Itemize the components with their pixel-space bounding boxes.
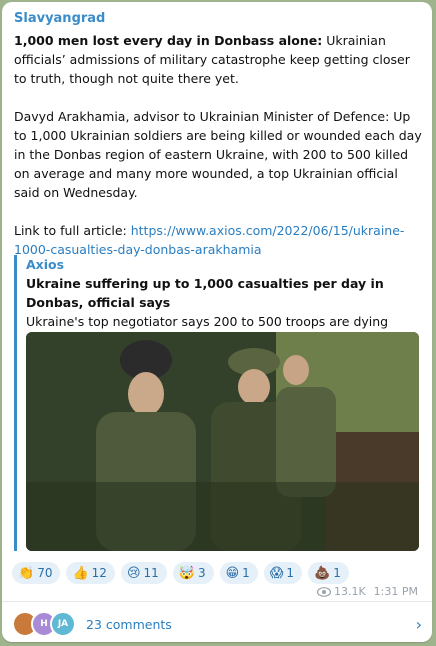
- headline-bold: 1,000 men lost every day in Donbass alon…: [14, 33, 323, 48]
- scream-face-icon: 😱: [269, 565, 284, 581]
- reaction-scream[interactable]: 😱 1: [263, 562, 303, 584]
- post-body: Davyd Arakhamia, advisor to Ukrainian Mi…: [14, 109, 422, 200]
- reaction-crying[interactable]: 😢 11: [120, 562, 167, 584]
- message-meta: 13.1K 1:31 PM: [316, 585, 418, 598]
- crying-face-icon: 😢: [126, 565, 141, 581]
- reaction-grin[interactable]: 😁 1: [219, 562, 258, 584]
- view-count: 13.1K: [333, 585, 366, 598]
- commenter-avatars: H JA: [12, 611, 76, 637]
- message-time: 1:31 PM: [373, 585, 418, 598]
- grin-face-icon: 😁: [225, 565, 240, 581]
- preview-site-name: Axios: [26, 257, 65, 272]
- views-group: 13.1K: [316, 585, 366, 598]
- reaction-count: 70: [37, 566, 53, 580]
- post-headline: 1,000 men lost every day in Donbass alon…: [14, 31, 422, 88]
- chevron-right-icon[interactable]: ›: [416, 615, 422, 634]
- link-prefix: Link to full article:: [14, 223, 131, 238]
- avatar: JA: [50, 611, 76, 637]
- divider: [2, 601, 432, 602]
- reaction-count: 3: [197, 566, 206, 580]
- message-bubble: Slavyangrad 1,000 men lost every day in …: [2, 2, 432, 642]
- exploding-head-icon: 🤯: [178, 565, 195, 581]
- post-text: 1,000 men lost every day in Donbass alon…: [14, 31, 422, 278]
- reaction-count: 1: [242, 566, 250, 580]
- poop-icon: 💩: [314, 565, 331, 581]
- eye-icon: [316, 586, 331, 597]
- reaction-count: 12: [91, 566, 107, 580]
- reaction-poop[interactable]: 💩 1: [308, 562, 349, 584]
- reaction-count: 1: [333, 566, 341, 580]
- soldiers-photo: [26, 332, 419, 551]
- preview-image[interactable]: [26, 332, 419, 551]
- comments-bar[interactable]: H JA 23 comments ›: [12, 610, 422, 638]
- channel-name[interactable]: Slavyangrad: [14, 11, 105, 26]
- clap-icon: 👏: [18, 565, 35, 581]
- thumbs-up-icon: 👍: [72, 565, 89, 581]
- reactions-bar: 👏 70 👍 12 😢 11 🤯 3 😁 1 😱 1 💩 1: [12, 562, 349, 584]
- reaction-count: 1: [286, 566, 295, 580]
- reaction-count: 11: [143, 566, 159, 580]
- post-link-line: Link to full article: https://www.axios.…: [14, 221, 422, 259]
- reaction-exploding-head[interactable]: 🤯 3: [172, 562, 214, 584]
- comments-count-label[interactable]: 23 comments: [86, 617, 172, 632]
- link-preview[interactable]: Axios Ukraine suffering up to 1,000 casu…: [14, 255, 419, 551]
- preview-title: Ukraine suffering up to 1,000 casualties…: [26, 276, 384, 310]
- reaction-clap[interactable]: 👏 70: [12, 562, 61, 584]
- reaction-thumbs-up[interactable]: 👍 12: [66, 562, 115, 584]
